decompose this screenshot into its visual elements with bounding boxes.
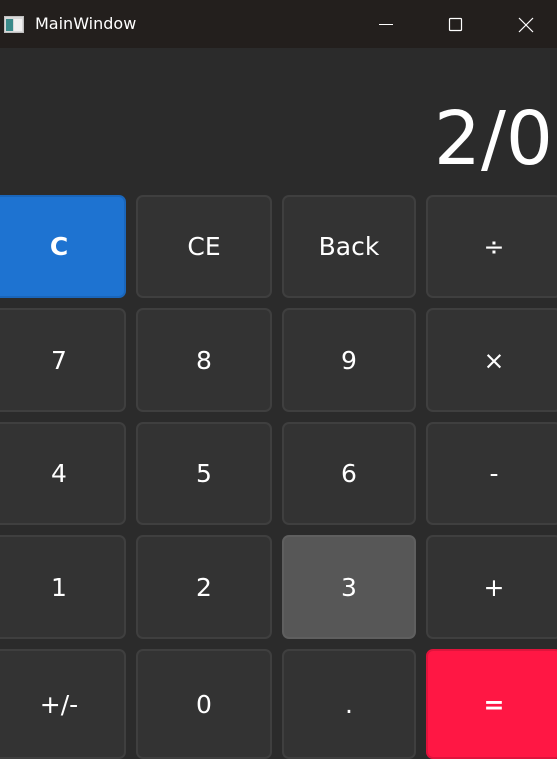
divide-button[interactable]: ÷ (426, 195, 557, 298)
clear-button[interactable]: C (0, 195, 126, 298)
equals-button[interactable]: = (426, 649, 557, 759)
clear-entry-button[interactable]: CE (136, 195, 272, 298)
title-bar[interactable]: MainWindow (0, 0, 557, 48)
digit-3-button[interactable]: 3 (282, 535, 416, 639)
decimal-button[interactable]: . (282, 649, 416, 759)
minimize-button[interactable] (360, 0, 410, 48)
digit-0-button[interactable]: 0 (136, 649, 272, 759)
display-value: 2/0 (433, 96, 553, 182)
subtract-button[interactable]: - (426, 422, 557, 525)
window-title: MainWindow (35, 14, 137, 33)
backspace-button[interactable]: Back (282, 195, 416, 298)
digit-9-button[interactable]: 9 (282, 308, 416, 412)
digit-6-button[interactable]: 6 (282, 422, 416, 525)
negate-button[interactable]: +/- (0, 649, 126, 759)
app-icon (4, 16, 24, 33)
multiply-button[interactable]: × (426, 308, 557, 412)
digit-5-button[interactable]: 5 (136, 422, 272, 525)
maximize-button[interactable] (430, 0, 480, 48)
digit-2-button[interactable]: 2 (136, 535, 272, 639)
digit-4-button[interactable]: 4 (0, 422, 126, 525)
add-button[interactable]: + (426, 535, 557, 639)
digit-1-button[interactable]: 1 (0, 535, 126, 639)
digit-7-button[interactable]: 7 (0, 308, 126, 412)
close-button[interactable] (501, 0, 551, 48)
calculator-display: 2/0 (0, 48, 557, 188)
digit-8-button[interactable]: 8 (136, 308, 272, 412)
